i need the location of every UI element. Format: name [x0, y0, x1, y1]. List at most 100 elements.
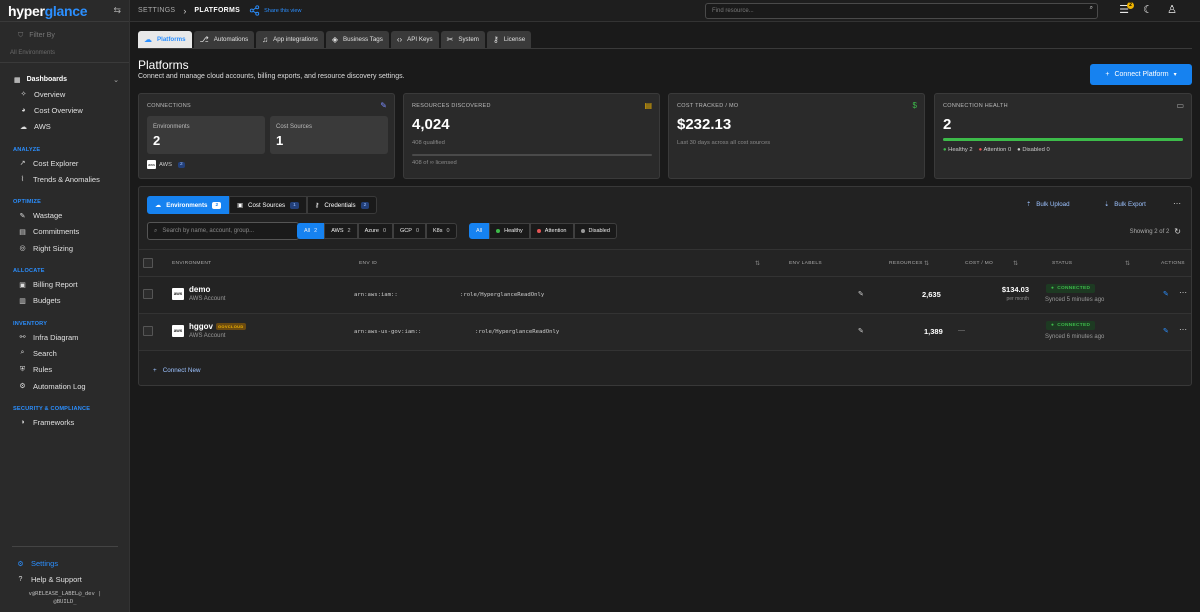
refresh-icon[interactable]: ↻	[1174, 227, 1181, 236]
share-view-button[interactable]: Share this view	[249, 5, 301, 16]
sidebar-item-commitments[interactable]: ▤ Commitments	[0, 224, 129, 240]
edit-labels-icon[interactable]: ✎	[858, 290, 864, 298]
col-resources[interactable]: RESOURCES	[889, 261, 923, 266]
pill-gcp[interactable]: GCP 0	[393, 223, 426, 239]
env-name-text: hggov	[189, 322, 213, 331]
section-analyze: ANALYZE	[13, 146, 41, 153]
sidebar-collapse-icon[interactable]: ⇆	[113, 5, 121, 16]
subtab-credentials[interactable]: ⚷ Credentials 2	[306, 196, 378, 214]
sidebar-item-budgets[interactable]: ▥ Budgets	[0, 293, 129, 309]
user-icon[interactable]: ♙	[1166, 4, 1178, 17]
more-icon[interactable]: ⋯	[1179, 288, 1187, 297]
table-row[interactable]: aws demo AWS Account arn:aws:iam:: :role…	[139, 277, 1191, 314]
filter-scope[interactable]: All Environments	[0, 44, 129, 63]
card-title: COST TRACKED / MO	[677, 103, 739, 109]
pill-k8s[interactable]: K8s 0	[426, 223, 457, 239]
sidebar-item-rules[interactable]: ⛨ Rules	[0, 362, 129, 378]
logo[interactable]: hyperglance	[8, 3, 87, 19]
sidebar-item-automation-log[interactable]: ⚙ Automation Log	[0, 378, 129, 394]
sidebar-item-infra-diagram[interactable]: ⚯ Infra Diagram	[0, 329, 129, 345]
edit-icon[interactable]: ✎	[1163, 327, 1169, 335]
breadcrumb-root[interactable]: SETTINGS	[138, 7, 175, 14]
tab-license[interactable]: ⚷ License	[486, 31, 532, 48]
pill-azure[interactable]: Azure 0	[357, 223, 394, 239]
sidebar-item-right-sizing[interactable]: ◎ Right Sizing	[0, 240, 129, 256]
sidebar-item-overview[interactable]: ✧ Overview	[0, 86, 129, 102]
status-dot	[496, 229, 501, 233]
col-environment[interactable]: ENVIRONMENT	[172, 261, 211, 266]
aws-logo-icon: aws	[172, 325, 184, 337]
status-badge: ● CONNECTED	[1046, 284, 1096, 293]
cloud-icon: ☁	[144, 35, 152, 44]
sidebar-item-label: Budgets	[33, 296, 61, 306]
sidebar-item-cost-explorer[interactable]: ↗ Cost Explorer	[0, 155, 129, 171]
row-checkbox[interactable]	[143, 326, 153, 336]
sort-icon[interactable]: ⇅	[1013, 260, 1018, 267]
pill-all[interactable]: All 2	[297, 223, 325, 239]
env-name[interactable]: hggov GOVCLOUD	[189, 322, 246, 331]
tab-platforms[interactable]: ☁ Platforms	[138, 31, 192, 48]
env-type: AWS Account	[189, 296, 226, 302]
subtab-environments[interactable]: ☁ Environments 2	[147, 196, 230, 214]
sort-icon[interactable]: ⇅	[755, 260, 760, 267]
notifications-icon[interactable]: ☰ 2	[1118, 2, 1134, 17]
status-badge: ● CONNECTED	[1046, 321, 1096, 330]
sort-icon[interactable]: ⇅	[924, 260, 929, 267]
resource-search-input[interactable]: Find resource... ⌕	[705, 3, 1098, 19]
sidebar-item-trends[interactable]: ⌇ Trends & Anomalies	[0, 171, 129, 187]
subtab-count: 2	[360, 201, 370, 209]
chip-count: 2	[178, 161, 185, 168]
more-icon[interactable]: ⋯	[1179, 325, 1187, 334]
stat-value: 2	[153, 133, 161, 148]
tab-automations[interactable]: ⎇ Automations	[193, 31, 255, 48]
status-pill-disabled[interactable]: Disabled	[573, 223, 617, 239]
pill-aws[interactable]: AWS 2	[324, 223, 358, 239]
filter-input[interactable]: ⛉ Filter By	[8, 27, 121, 44]
edit-labels-icon[interactable]: ✎	[858, 327, 864, 335]
sidebar-item-billing-report[interactable]: ▣ Billing Report	[0, 276, 129, 292]
tab-system[interactable]: ✂ System	[440, 31, 485, 48]
subtab-cost-sources[interactable]: ▣ Cost Sources 1	[229, 196, 307, 214]
status-pill-all[interactable]: All	[469, 223, 490, 239]
select-all-checkbox[interactable]	[143, 258, 153, 268]
tab-app-integrations[interactable]: ♫ App integrations	[256, 31, 324, 48]
col-env-id[interactable]: ENV ID	[359, 261, 377, 266]
nav-group-dashboards[interactable]: ▦ Dashboards ⌄	[0, 73, 129, 86]
filter-placeholder: Filter By	[29, 32, 55, 39]
sidebar-divider	[12, 546, 118, 548]
connect-new-button[interactable]: + Connect New	[153, 367, 201, 374]
env-name[interactable]: demo	[189, 285, 210, 294]
subtab-label: Credentials	[324, 201, 356, 209]
edit-icon[interactable]: ✎	[1163, 290, 1169, 298]
bulk-export-button[interactable]: ⇣ Bulk Export	[1104, 201, 1146, 208]
sidebar-item-frameworks[interactable]: ◑ Frameworks	[0, 414, 129, 430]
sort-icon[interactable]: ⇅	[1125, 260, 1130, 267]
aws-logo-icon: aws	[147, 160, 156, 169]
more-icon[interactable]: ⋯	[1173, 199, 1181, 208]
top-actions: ☰ 2 ☾ ♙	[1118, 2, 1178, 17]
link-icon[interactable]: ✎	[380, 101, 387, 110]
sidebar-item-help[interactable]: ? Help & Support	[0, 572, 130, 588]
bulk-upload-button[interactable]: ⇡ Bulk Upload	[1026, 201, 1070, 208]
table-search-input[interactable]: ⌕ Search by name, account, group...	[147, 222, 299, 240]
sidebar-item-aws[interactable]: ☁ AWS	[0, 119, 129, 135]
sidebar-item-label: Wastage	[33, 211, 63, 221]
sidebar-item-cost-overview[interactable]: ◕ Cost Overview	[0, 102, 129, 118]
table-row[interactable]: aws hggov GOVCLOUD AWS Account arn:aws-us…	[139, 314, 1191, 351]
main-content: ☁ Platforms ⎇ Automations ♫ App integration…	[130, 22, 1200, 612]
sidebar-item-wastage[interactable]: ✎ Wastage	[0, 207, 129, 223]
connect-platform-button[interactable]: + Connect Platform ▾	[1090, 64, 1192, 85]
tab-business-tags[interactable]: ◈ Business Tags	[325, 31, 389, 48]
col-status[interactable]: STATUS	[1052, 261, 1072, 266]
search-icon[interactable]: ⌕	[1090, 5, 1093, 12]
moon-icon[interactable]: ☾	[1142, 4, 1154, 17]
col-cost[interactable]: COST / MO	[965, 261, 993, 266]
sidebar-item-label: Help & Support	[31, 575, 82, 585]
search-placeholder: Search by name, account, group...	[162, 228, 255, 234]
status-pill-attention[interactable]: Attention	[529, 223, 574, 239]
status-pill-healthy[interactable]: Healthy	[489, 223, 530, 239]
row-checkbox[interactable]	[143, 289, 153, 299]
sidebar-item-settings[interactable]: ⚙ Settings	[0, 555, 130, 571]
tab-api-keys[interactable]: ‹› API Keys	[390, 31, 439, 48]
sidebar-item-search[interactable]: ⌕ Search	[0, 345, 129, 361]
